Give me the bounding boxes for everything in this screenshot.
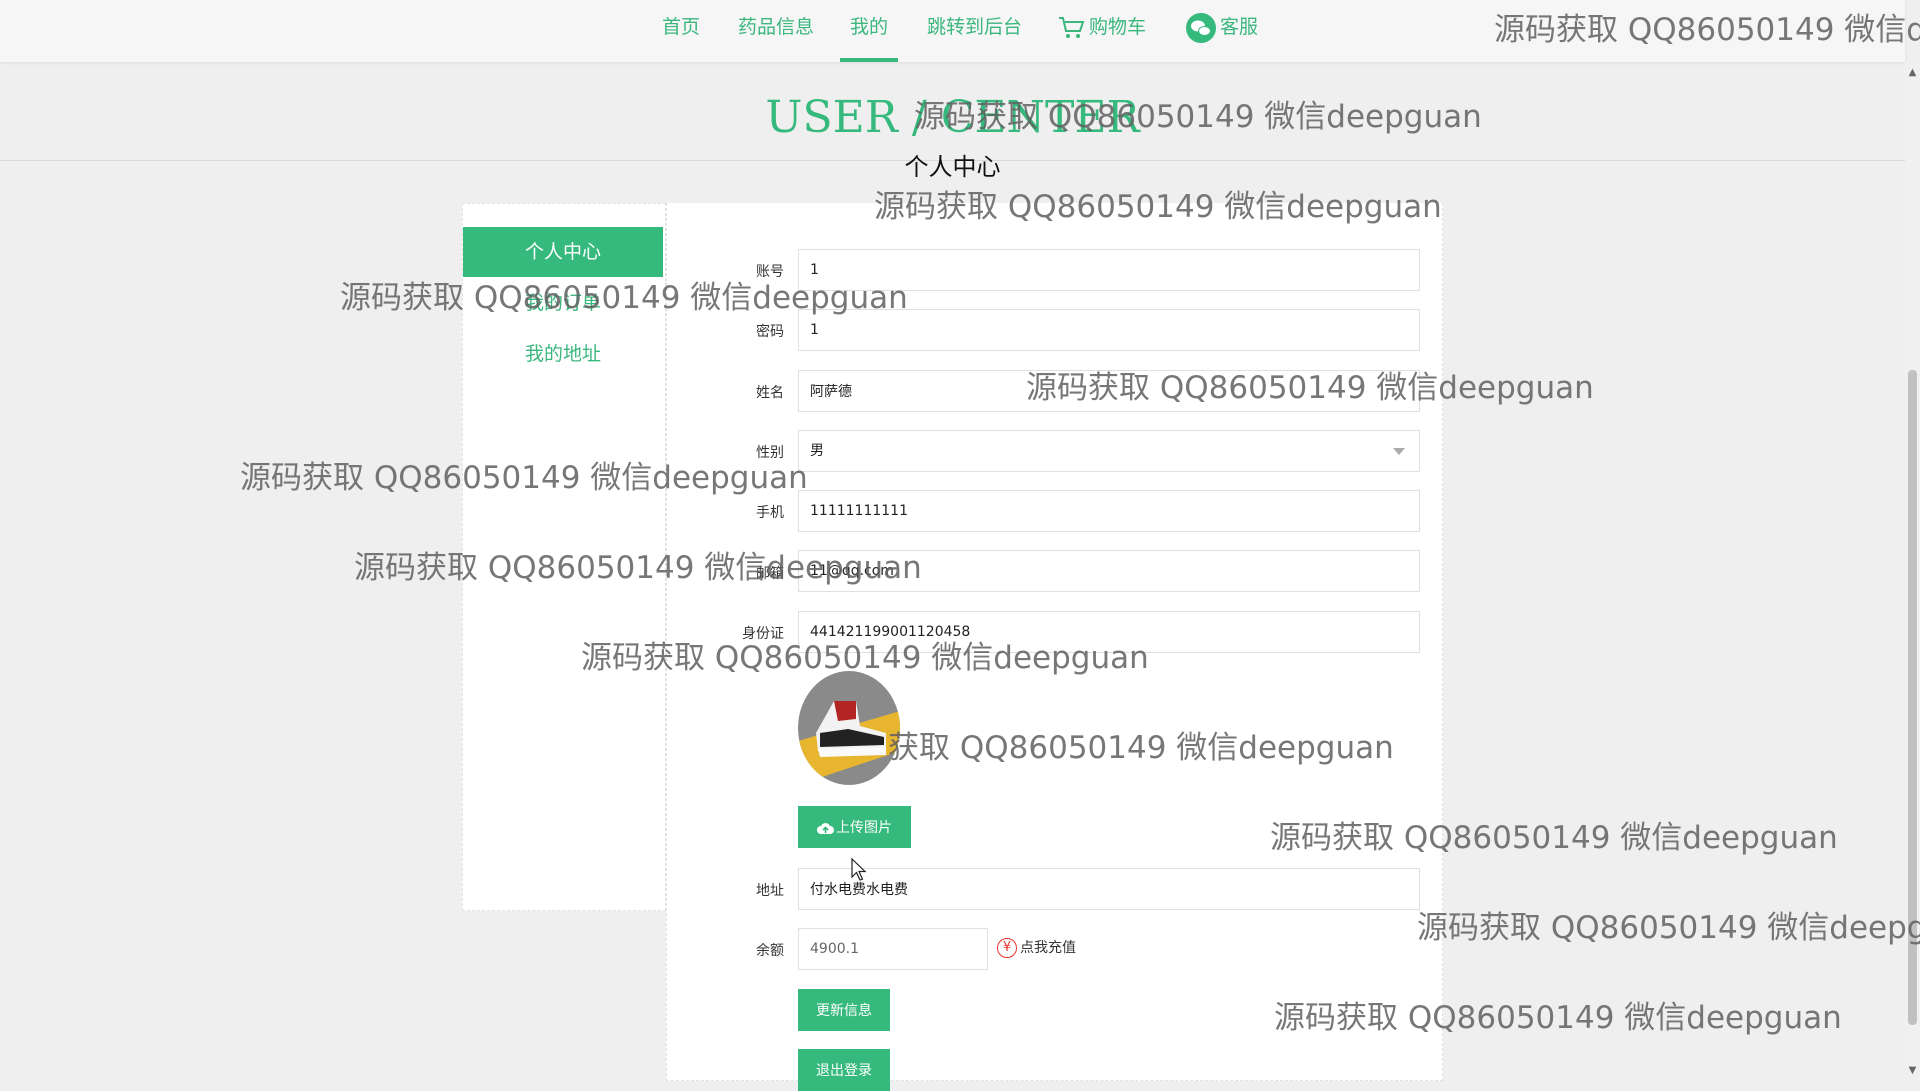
nav-admin[interactable]: 跳转到后台 (927, 0, 1022, 62)
sidebar-item-my-orders[interactable]: 我的订单 (463, 278, 663, 328)
upload-image-label: 上传图片 (836, 820, 892, 836)
recharge-link[interactable]: ¥ 点我充值 (997, 937, 1076, 958)
gender-select[interactable]: 男 (798, 430, 1420, 472)
account-label: 账号 (756, 264, 784, 280)
scroll-up-arrow[interactable]: ▲ (1906, 66, 1919, 79)
account-field[interactable] (798, 249, 1420, 291)
address-label: 地址 (756, 883, 784, 899)
nav-customer-service-label: 客服 (1220, 16, 1259, 38)
email-field[interactable] (798, 550, 1420, 592)
nav-cart[interactable]: 购物车 (1058, 0, 1146, 62)
balance-field (798, 928, 988, 970)
nav-medicine-info[interactable]: 药品信息 (738, 0, 814, 62)
phone-label: 手机 (756, 505, 784, 521)
chevron-down-icon (1393, 448, 1405, 455)
cart-icon (1059, 17, 1085, 38)
email-label: 邮箱 (756, 566, 784, 582)
scrollbar-thumb[interactable] (1908, 370, 1917, 1025)
nav-home[interactable]: 首页 (662, 0, 700, 62)
page-title: 个人中心 (904, 153, 1001, 181)
nav-customer-service[interactable]: 客服 (1186, 0, 1258, 62)
update-info-button[interactable]: 更新信息 (798, 989, 890, 1031)
password-field[interactable] (798, 309, 1420, 351)
name-field[interactable] (798, 370, 1420, 412)
wechat-icon (1186, 12, 1216, 43)
balance-label: 余额 (756, 943, 784, 959)
avatar (798, 671, 900, 785)
watermark-text: 源码获取 QQ86050149 微信deepgu (1417, 910, 1920, 946)
phone-field[interactable] (798, 490, 1420, 532)
recharge-label: 点我充值 (1020, 940, 1076, 956)
logout-button[interactable]: 退出登录 (798, 1049, 890, 1091)
password-label: 密码 (756, 324, 784, 340)
cloud-upload-icon (817, 822, 834, 834)
sidebar-item-user-center[interactable]: 个人中心 (463, 227, 663, 277)
id-card-field[interactable] (798, 611, 1420, 653)
gender-select-value: 男 (810, 443, 824, 459)
page-title-en: USER / CENTER (765, 92, 1140, 143)
sidebar-item-my-address[interactable]: 我的地址 (463, 329, 663, 379)
address-field[interactable] (798, 868, 1420, 910)
mouse-cursor-icon (851, 858, 867, 881)
scroll-down-arrow[interactable]: ▼ (1906, 1064, 1919, 1077)
id-card-label: 身份证 (742, 626, 784, 642)
name-label: 姓名 (756, 385, 784, 401)
nav-mine[interactable]: 我的 (839, 0, 899, 62)
top-nav: 首页 药品信息 我的 跳转到后台 购物车 客服 (0, 0, 1905, 62)
gender-label: 性别 (756, 445, 784, 461)
nav-cart-label: 购物车 (1089, 16, 1147, 38)
upload-image-button[interactable]: 上传图片 (798, 806, 911, 848)
yen-icon: ¥ (997, 938, 1017, 958)
